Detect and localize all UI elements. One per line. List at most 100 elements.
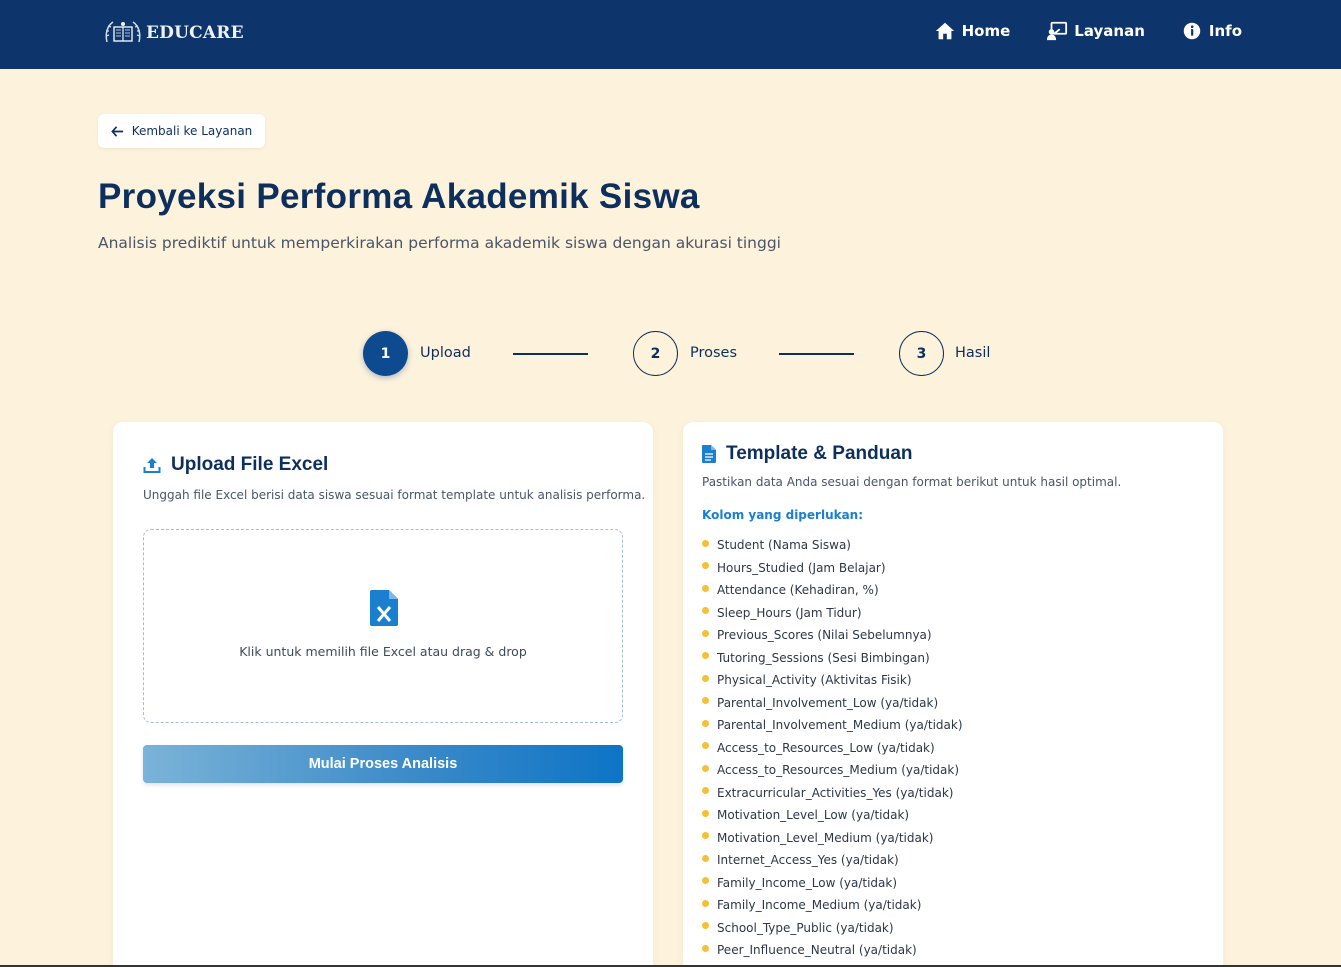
required-column-label: Physical_Activity (Aktivitas Fisik) <box>717 673 912 688</box>
required-column-label: Tutoring_Sessions (Sesi Bimbingan) <box>717 650 930 665</box>
required-column-label: Access_to_Resources_Medium (ya/tidak) <box>717 763 960 778</box>
step-3-label: Hasil <box>955 345 991 361</box>
brand-logo[interactable]: EDUCARE <box>103 18 244 48</box>
bullet-dot-icon <box>702 832 709 840</box>
required-column-item: Motivation_Level_Medium (ya/tidak) <box>702 827 963 850</box>
required-column-item: Motivation_Level_Low (ya/tidak) <box>702 804 963 827</box>
step-2-label: Proses <box>690 345 738 361</box>
bullet-dot-icon <box>702 539 709 547</box>
bullet-dot-icon <box>702 742 709 750</box>
brand-name: EDUCARE <box>146 23 244 43</box>
required-column-label: Motivation_Level_Low (ya/tidak) <box>717 808 910 823</box>
required-column-item: Access_to_Resources_Medium (ya/tidak) <box>702 759 963 782</box>
required-columns-list: Student (Nama Siswa) Hours_Studied (Jam B… <box>702 534 963 962</box>
upload-card-title: Upload File Excel <box>171 454 329 475</box>
nav-info-label: Info <box>1208 22 1242 40</box>
start-analysis-button[interactable]: Mulai Proses Analisis <box>143 745 623 783</box>
bullet-dot-icon <box>702 629 709 637</box>
required-column-label: Access_to_Resources_Low (ya/tidak) <box>717 740 935 755</box>
bullet-dot-icon <box>702 809 709 817</box>
nav-layanan[interactable]: Layanan <box>1046 20 1145 42</box>
required-column-label: Attendance (Kehadiran, %) <box>717 583 879 598</box>
required-column-label: Extracurricular_Activities_Yes (ya/tidak… <box>717 785 954 800</box>
bullet-dot-icon <box>702 584 709 592</box>
required-column-item: Attendance (Kehadiran, %) <box>702 579 963 602</box>
required-column-label: Hours_Studied (Jam Belajar) <box>717 560 886 575</box>
required-column-item: Physical_Activity (Aktivitas Fisik) <box>702 669 963 692</box>
bullet-dot-icon <box>702 764 709 772</box>
bullet-dot-icon <box>702 562 709 570</box>
nav-home[interactable]: Home <box>934 20 1011 42</box>
template-card-header: Template & Panduan <box>702 443 913 465</box>
required-column-item: Internet_Access_Yes (ya/tidak) <box>702 849 963 872</box>
bullet-dot-icon <box>702 697 709 705</box>
upload-card: Upload File Excel Unggah file Excel beri… <box>113 422 653 967</box>
required-column-label: Peer_Influence_Neutral (ya/tidak) <box>717 943 917 958</box>
excel-file-icon <box>370 590 398 626</box>
navbar: EDUCARE Home Layanan Info <box>0 0 1341 69</box>
required-column-label: Internet_Access_Yes (ya/tidak) <box>717 853 899 868</box>
required-column-label: Student (Nama Siswa) <box>717 538 851 553</box>
services-icon <box>1047 21 1068 41</box>
required-column-label: Sleep_Hours (Jam Tidur) <box>717 605 862 620</box>
required-column-label: Parental_Involvement_Medium (ya/tidak) <box>717 718 963 733</box>
required-column-label: Previous_Scores (Nilai Sebelumnya) <box>717 628 932 643</box>
info-icon <box>1183 22 1201 40</box>
progress-stepper: 1 Upload 2 Proses 3 Hasil <box>0 331 1341 377</box>
step-connector <box>513 353 588 355</box>
required-column-item: School_Type_Public (ya/tidak) <box>702 917 963 940</box>
bullet-dot-icon <box>702 652 709 660</box>
bullet-dot-icon <box>702 719 709 727</box>
back-to-services-button[interactable]: Kembali ke Layanan <box>98 114 265 148</box>
required-column-label: School_Type_Public (ya/tidak) <box>717 920 894 935</box>
template-card-title: Template & Panduan <box>726 443 913 464</box>
bullet-dot-icon <box>702 607 709 615</box>
required-column-item: Sleep_Hours (Jam Tidur) <box>702 602 963 625</box>
required-column-item: Family_Income_Medium (ya/tidak) <box>702 894 963 917</box>
step-2-indicator: 2 <box>633 331 678 376</box>
required-column-item: Access_to_Resources_Low (ya/tidak) <box>702 737 963 760</box>
step-connector <box>779 353 854 355</box>
required-column-label: Parental_Involvement_Low (ya/tidak) <box>717 695 939 710</box>
file-dropzone[interactable]: Klik untuk memilih file Excel atau drag … <box>143 529 623 723</box>
main-nav: Home Layanan Info <box>934 20 1242 42</box>
required-column-item: Parental_Involvement_Low (ya/tidak) <box>702 692 963 715</box>
bullet-dot-icon <box>702 854 709 862</box>
upload-card-description: Unggah file Excel berisi data siswa sesu… <box>143 488 646 502</box>
document-icon <box>702 445 716 463</box>
page-subtitle: Analisis prediktif untuk memperkirakan p… <box>98 234 781 252</box>
required-column-item: Previous_Scores (Nilai Sebelumnya) <box>702 624 963 647</box>
step-3-indicator: 3 <box>899 331 944 376</box>
bullet-dot-icon <box>702 922 709 930</box>
required-column-label: Motivation_Level_Medium (ya/tidak) <box>717 830 934 845</box>
required-column-item: Extracurricular_Activities_Yes (ya/tidak… <box>702 782 963 805</box>
dropzone-instructions: Klik untuk memilih file Excel atau drag … <box>239 644 527 659</box>
arrow-left-icon <box>110 125 123 137</box>
book-crest-icon <box>105 21 141 43</box>
required-column-item: Peer_Influence_Neutral (ya/tidak) <box>702 939 963 962</box>
home-icon <box>935 22 954 40</box>
page-title: Proyeksi Performa Akademik Siswa <box>98 177 700 216</box>
template-card-description: Pastikan data Anda sesuai dengan format … <box>702 475 1122 489</box>
required-column-item: Tutoring_Sessions (Sesi Bimbingan) <box>702 647 963 670</box>
upload-icon <box>143 458 161 473</box>
step-1-label: Upload <box>420 345 471 361</box>
required-column-item: Student (Nama Siswa) <box>702 534 963 557</box>
required-column-item: Parental_Involvement_Medium (ya/tidak) <box>702 714 963 737</box>
bullet-dot-icon <box>702 899 709 907</box>
bullet-dot-icon <box>702 787 709 795</box>
required-column-label: Family_Income_Low (ya/tidak) <box>717 875 898 890</box>
upload-card-header: Upload File Excel <box>143 454 328 476</box>
step-1-indicator: 1 <box>363 331 408 376</box>
back-button-label: Kembali ke Layanan <box>131 124 253 138</box>
bullet-dot-icon <box>702 877 709 885</box>
nav-info[interactable]: Info <box>1181 20 1242 42</box>
required-column-item: Family_Income_Low (ya/tidak) <box>702 872 963 895</box>
nav-layanan-label: Layanan <box>1074 22 1145 40</box>
bullet-dot-icon <box>702 944 709 952</box>
bullet-dot-icon <box>702 674 709 682</box>
nav-home-label: Home <box>961 22 1011 40</box>
template-guide-card: Template & Panduan Pastikan data Anda se… <box>683 422 1223 967</box>
required-columns-heading: Kolom yang diperlukan: <box>702 508 864 522</box>
required-column-item: Hours_Studied (Jam Belajar) <box>702 557 963 580</box>
